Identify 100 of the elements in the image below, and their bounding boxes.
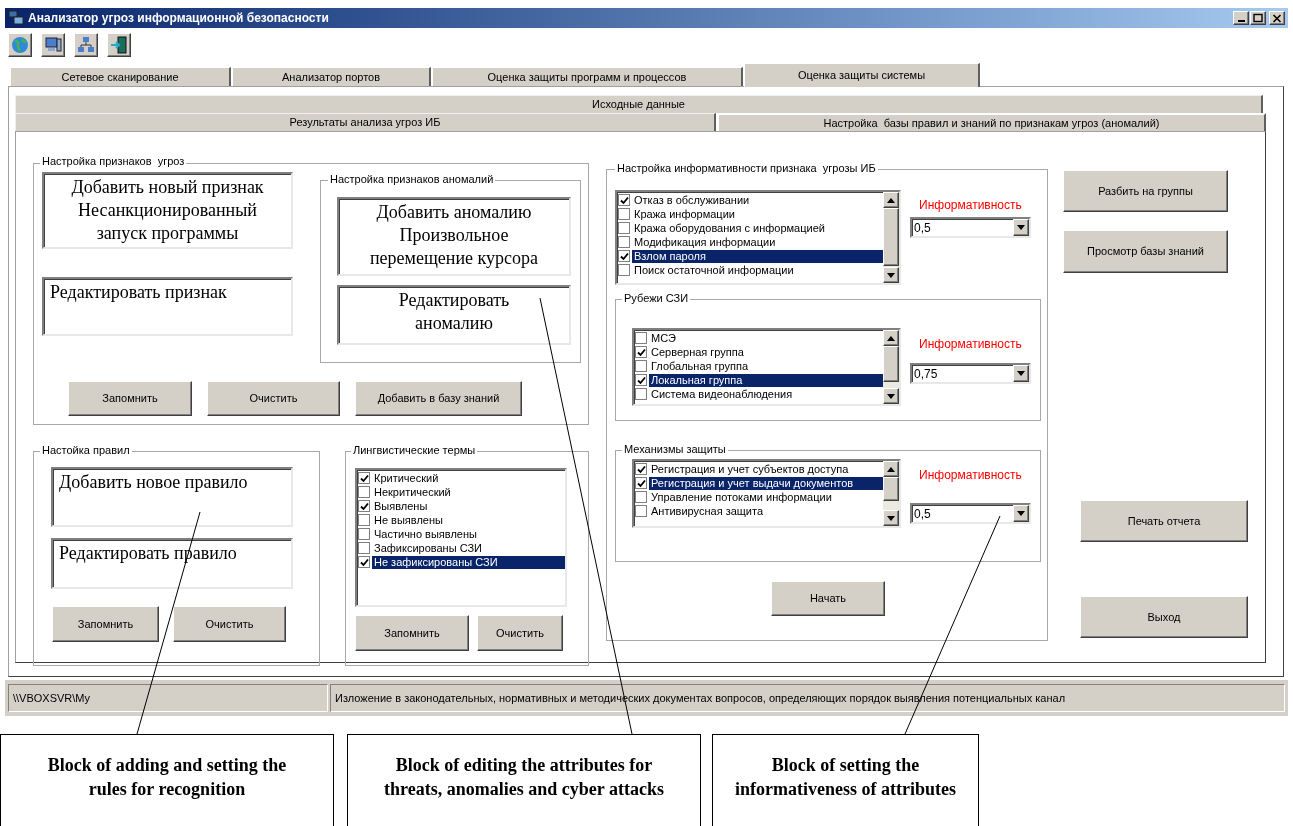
list-item[interactable]: Поиск остаточной информации bbox=[632, 263, 883, 277]
scroll-down-button[interactable] bbox=[883, 267, 899, 283]
list-item[interactable]: Отказ в обслуживании bbox=[632, 193, 883, 207]
checkbox-list[interactable]: Отказ в обслуживании Кража информации Кража оборудования с информацией Модификация информации Взлом пароля Поиск остаточной информации bbox=[615, 190, 901, 285]
toolbar-button[interactable] bbox=[8, 33, 32, 57]
list-item[interactable]: Регистрация и учет субъектов доступа bbox=[649, 462, 883, 476]
checkbox[interactable] bbox=[635, 505, 647, 517]
tab[interactable]: Исходные данные bbox=[15, 95, 1263, 113]
checkbox-list[interactable]: Критический Некритический Выявлены Не выявлены Частично выявлены Зафиксированы СЗИ Не зафиксированы СЗИ bbox=[355, 468, 567, 607]
list-item[interactable]: МСЭ bbox=[649, 331, 883, 345]
button[interactable]: Добавить в базу знаний bbox=[355, 381, 522, 416]
tab[interactable]: Настройка базы правил и знаний по признакам угроз (аномалий) bbox=[717, 113, 1266, 131]
list-item[interactable]: Глобальная группа bbox=[649, 359, 883, 373]
list-item[interactable]: Некритический bbox=[372, 485, 565, 499]
dropdown-button[interactable] bbox=[1013, 365, 1029, 382]
checkbox[interactable] bbox=[635, 346, 647, 358]
button[interactable]: Запомнить bbox=[355, 615, 469, 651]
checkbox-list[interactable]: МСЭ Серверная группа Глобальная группа Локальная группа Система видеонаблюдения bbox=[632, 328, 901, 406]
checkbox[interactable] bbox=[358, 528, 370, 540]
scroll-thumb[interactable] bbox=[883, 208, 899, 266]
tab[interactable]: Оценка защиты системы bbox=[744, 63, 980, 87]
checkbox[interactable] bbox=[635, 477, 647, 489]
dropdown[interactable]: 0,75 bbox=[910, 363, 1031, 384]
checkbox-list[interactable]: Регистрация и учет субъектов доступа Регистрация и учет выдачи документов Управление потоками информации Антивирусная защита bbox=[632, 459, 901, 528]
button[interactable]: Начать bbox=[771, 581, 885, 616]
scroll-down-button[interactable] bbox=[883, 510, 899, 526]
list-item[interactable]: Серверная группа bbox=[649, 345, 883, 359]
button[interactable]: Запомнить bbox=[52, 606, 159, 642]
list-item[interactable]: Зафиксированы СЗИ bbox=[372, 541, 565, 555]
maximize-button[interactable] bbox=[1250, 11, 1266, 25]
scroll-up-button[interactable] bbox=[883, 330, 899, 346]
button[interactable]: Запомнить bbox=[68, 381, 192, 416]
list-item[interactable]: Кража информации bbox=[632, 207, 883, 221]
checkbox[interactable] bbox=[358, 514, 370, 526]
button[interactable]: Выход bbox=[1080, 596, 1248, 638]
checkbox[interactable] bbox=[635, 491, 647, 503]
list-item[interactable]: Управление потоками информации bbox=[649, 490, 883, 504]
toolbar-button[interactable] bbox=[74, 33, 98, 57]
list-item[interactable]: Антивирусная защита bbox=[649, 504, 883, 518]
list-item[interactable]: Частично выявлены bbox=[372, 527, 565, 541]
checkbox[interactable] bbox=[358, 472, 370, 484]
checkbox[interactable] bbox=[635, 388, 647, 400]
scroll-thumb[interactable] bbox=[883, 477, 899, 501]
tab[interactable]: Оценка защиты программ и процессов bbox=[432, 67, 743, 86]
checkbox[interactable] bbox=[358, 500, 370, 512]
text-area[interactable]: Добавить аномалию Произвольное перемещение курсора bbox=[337, 197, 571, 276]
checkbox[interactable] bbox=[618, 236, 630, 248]
tab[interactable]: Результаты анализа угроз ИБ bbox=[15, 113, 716, 131]
checkbox[interactable] bbox=[635, 332, 647, 344]
button[interactable]: Печать отчета bbox=[1080, 500, 1248, 542]
list-item[interactable]: Локальная группа bbox=[649, 373, 883, 387]
scrollbar[interactable] bbox=[883, 192, 899, 283]
group-title: Настройка признаков аномалий bbox=[328, 173, 496, 186]
button[interactable]: Просмотр базы знаний bbox=[1063, 230, 1228, 273]
checkbox[interactable] bbox=[635, 360, 647, 372]
scroll-thumb[interactable] bbox=[883, 346, 899, 382]
button[interactable]: Разбить на группы bbox=[1063, 170, 1228, 212]
checkbox[interactable] bbox=[358, 486, 370, 498]
list-item[interactable]: Не зафиксированы СЗИ bbox=[372, 555, 565, 569]
close-button[interactable] bbox=[1269, 11, 1285, 25]
text-area[interactable]: Редактировать признак bbox=[42, 277, 293, 336]
checkbox[interactable] bbox=[358, 542, 370, 554]
scrollbar[interactable] bbox=[883, 330, 899, 404]
checkbox[interactable] bbox=[618, 208, 630, 220]
checkbox[interactable] bbox=[635, 463, 647, 475]
text-area[interactable]: Добавить новое правило bbox=[51, 467, 293, 527]
list-item[interactable]: Взлом пароля bbox=[632, 249, 883, 263]
button[interactable]: Очистить bbox=[173, 606, 286, 642]
minimize-button[interactable] bbox=[1233, 11, 1249, 25]
dropdown[interactable]: 0,5 bbox=[910, 217, 1031, 238]
scroll-down-button[interactable] bbox=[883, 388, 899, 404]
checkbox[interactable] bbox=[618, 250, 630, 262]
checkbox[interactable] bbox=[635, 374, 647, 386]
list-item[interactable]: Модификация информации bbox=[632, 235, 883, 249]
checkbox[interactable] bbox=[358, 556, 370, 568]
scrollbar[interactable] bbox=[883, 461, 899, 526]
list-item[interactable]: Система видеонаблюдения bbox=[649, 387, 883, 401]
dropdown-button[interactable] bbox=[1013, 219, 1029, 236]
down-arrow-icon bbox=[1017, 511, 1025, 516]
list-item[interactable]: Регистрация и учет выдачи документов bbox=[649, 476, 883, 490]
button[interactable]: Очистить bbox=[477, 615, 563, 651]
text-area[interactable]: Редактировать аномалию bbox=[337, 285, 571, 345]
checkbox[interactable] bbox=[618, 194, 630, 206]
text-area[interactable]: Добавить новый признак Несанкционированный запуск программы bbox=[42, 172, 293, 249]
button[interactable]: Очистить bbox=[207, 381, 340, 416]
scroll-up-button[interactable] bbox=[883, 461, 899, 477]
checkbox[interactable] bbox=[618, 222, 630, 234]
monitor-icon bbox=[43, 35, 63, 55]
checkbox[interactable] bbox=[618, 264, 630, 276]
scroll-up-button[interactable] bbox=[883, 192, 899, 208]
list-item[interactable]: Не выявлены bbox=[372, 513, 565, 527]
list-item[interactable]: Критический bbox=[372, 471, 565, 485]
list-item[interactable]: Кража оборудования с информацией bbox=[632, 221, 883, 235]
list-item[interactable]: Выявлены bbox=[372, 499, 565, 513]
dropdown-button[interactable] bbox=[1013, 505, 1029, 522]
toolbar-button[interactable] bbox=[107, 33, 131, 57]
tab[interactable]: Анализатор портов bbox=[232, 67, 431, 86]
tab[interactable]: Сетевое сканирование bbox=[10, 67, 231, 86]
toolbar-button[interactable] bbox=[41, 33, 65, 57]
dropdown[interactable]: 0,5 bbox=[910, 503, 1031, 524]
